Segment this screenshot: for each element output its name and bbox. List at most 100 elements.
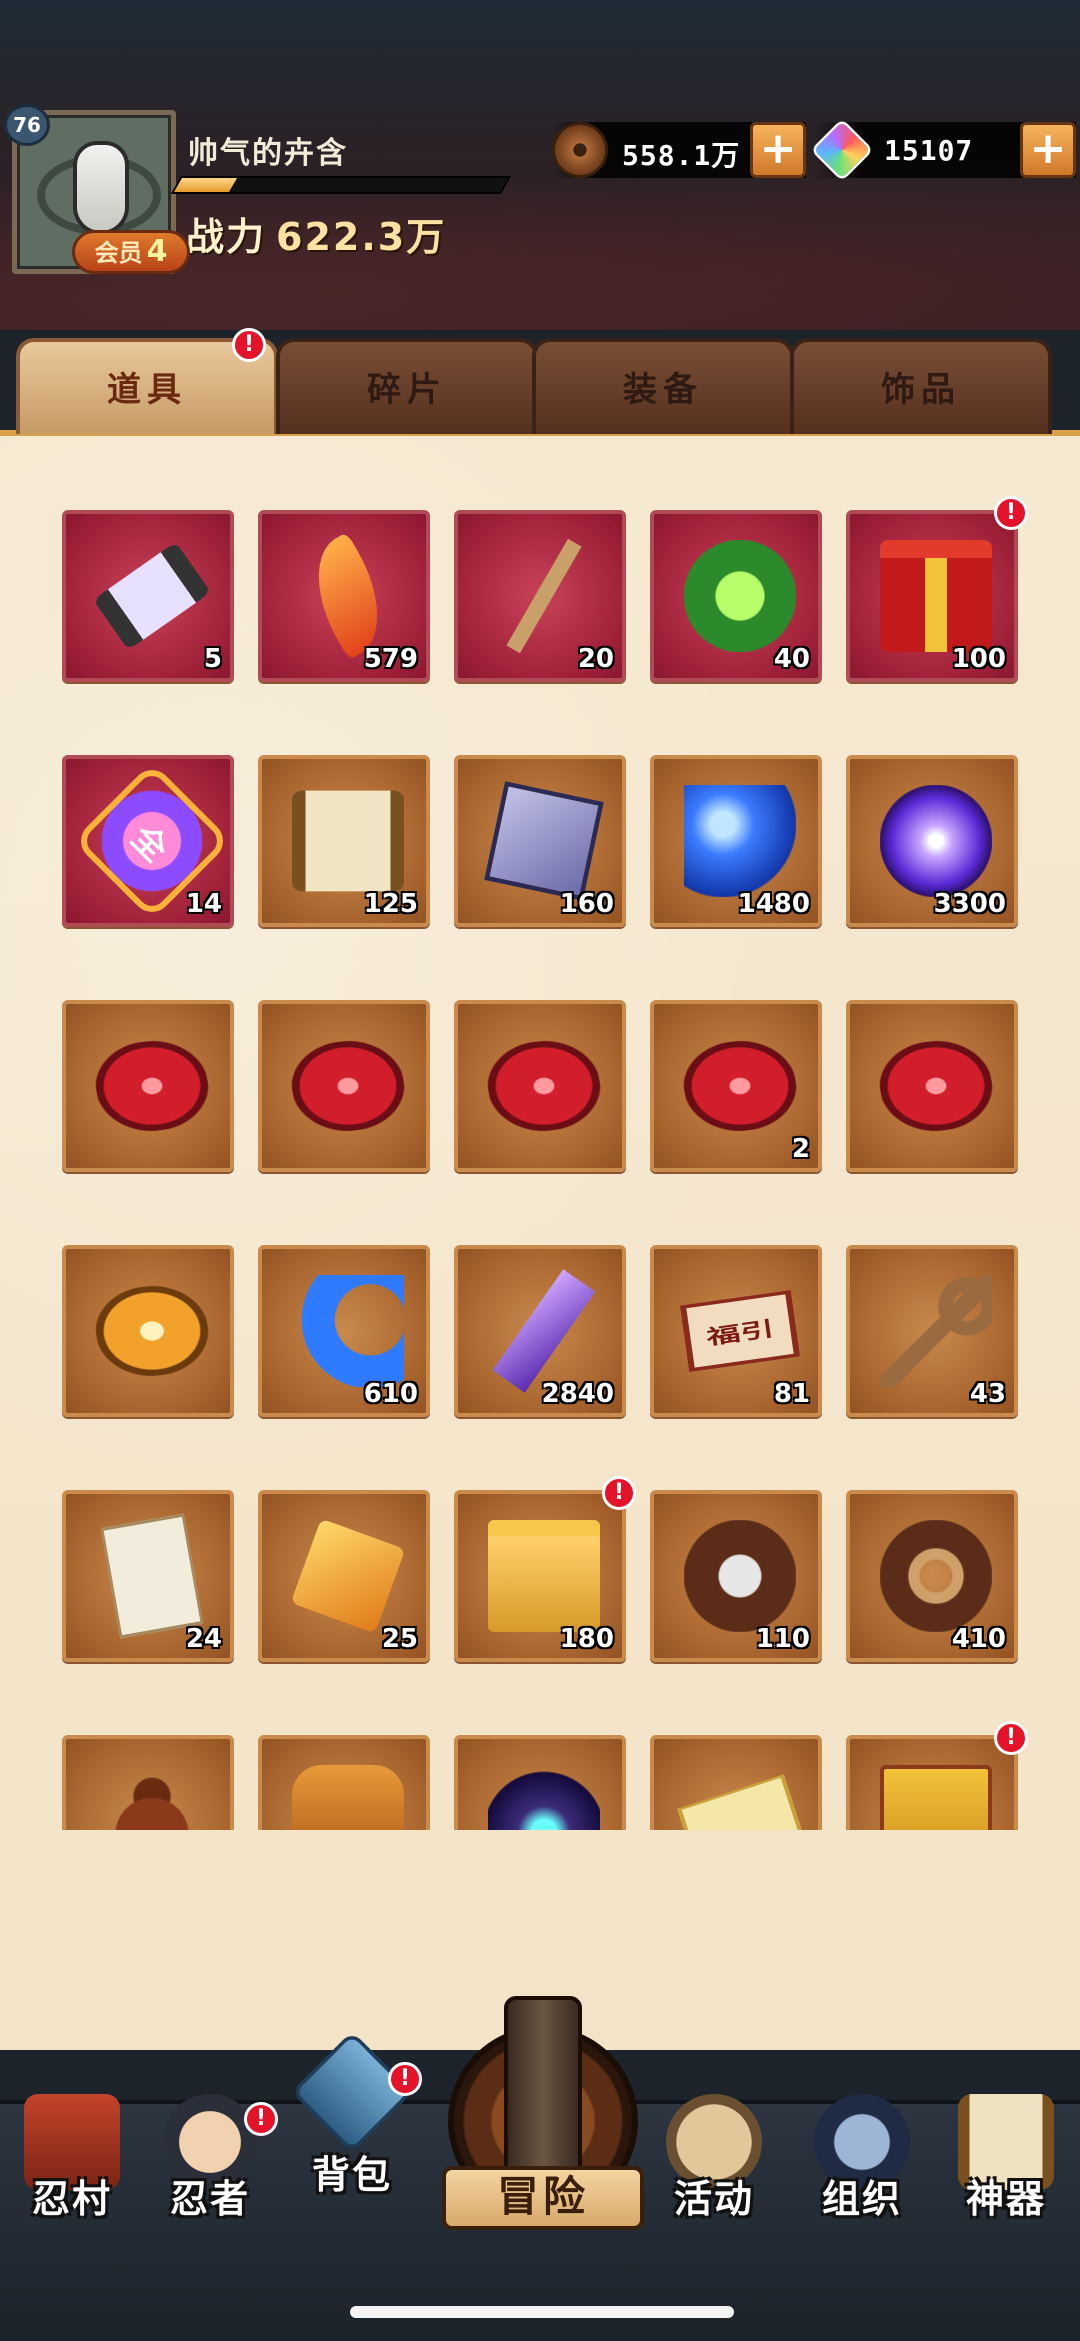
- dark-orb-icon: [488, 1765, 600, 1830]
- nav-backpack[interactable]: 背包 !: [282, 2030, 422, 2204]
- item-count: 43: [969, 1379, 1006, 1409]
- inventory-slot[interactable]: 160: [454, 755, 626, 927]
- item-count: 3300: [933, 889, 1006, 919]
- inventory-slot[interactable]: [454, 1000, 626, 1172]
- nav-backpack-label: 背包: [311, 2153, 392, 2197]
- inventory-slot[interactable]: 25: [258, 1490, 430, 1662]
- item-count: 125: [363, 889, 418, 919]
- inventory-slot[interactable]: 579: [258, 510, 430, 682]
- red-stone-eye-icon: [872, 1035, 1000, 1137]
- nav-activity[interactable]: 活动: [644, 2094, 784, 2254]
- player-name: 帅气的卉含: [188, 136, 348, 171]
- item-count: 25: [381, 1624, 418, 1654]
- combat-power-value: 622.3万: [276, 215, 447, 259]
- add-gem-button[interactable]: +: [1020, 122, 1076, 178]
- ticket-icon: [677, 1774, 803, 1830]
- blue-moon-icon: [292, 1275, 404, 1387]
- cloth-icon: [484, 781, 604, 901]
- inventory-slot[interactable]: 2: [650, 1000, 822, 1172]
- feather-icon: [293, 532, 403, 660]
- nav-adventure[interactable]: 冒险: [440, 1996, 646, 2246]
- purple-orb-icon: [880, 785, 992, 897]
- item-count: 2: [791, 1134, 810, 1164]
- inventory-slot[interactable]: 100: [846, 510, 1018, 682]
- inventory-slot[interactable]: 410: [846, 1490, 1018, 1662]
- experience-bar: [170, 176, 512, 194]
- item-count: 20: [577, 644, 614, 674]
- inventory-slot[interactable]: [846, 1000, 1018, 1172]
- inventory-slot[interactable]: 180: [454, 1490, 626, 1662]
- nav-ninja-label: 忍者: [169, 2177, 250, 2221]
- treasure-box-icon: [488, 1520, 600, 1632]
- red-stone-target-icon: [676, 1035, 804, 1137]
- inventory-slot[interactable]: 110: [650, 1490, 822, 1662]
- item-count: 100: [951, 644, 1006, 674]
- home-indicator[interactable]: [350, 2306, 734, 2318]
- map-scroll-icon: [292, 790, 404, 892]
- nav-ninja-alert-icon: !: [244, 2102, 278, 2136]
- inventory-slot[interactable]: [454, 1735, 626, 1830]
- key-icon: [880, 1275, 992, 1387]
- inventory-slot[interactable]: [846, 1735, 1018, 1830]
- inventory-slot[interactable]: 2840: [454, 1245, 626, 1417]
- nav-village-label: 忍村: [31, 2177, 112, 2221]
- inventory-slot[interactable]: 全 14: [62, 755, 234, 927]
- nav-artifact-label: 神器: [965, 2177, 1046, 2221]
- inventory-slot[interactable]: 610: [258, 1245, 430, 1417]
- inventory-slot[interactable]: 3300: [846, 755, 1018, 927]
- item-count: 5: [203, 644, 222, 674]
- item-glyph: 福引: [704, 1316, 776, 1350]
- purple-crystal-icon: [492, 1269, 596, 1393]
- inventory-slot[interactable]: 43: [846, 1245, 1018, 1417]
- inventory-slot[interactable]: 1480: [650, 755, 822, 927]
- tab-fragments[interactable]: 碎片: [276, 338, 538, 434]
- rainbow-gem-icon: [810, 118, 874, 182]
- item-count: 410: [951, 1624, 1006, 1654]
- inventory-slot[interactable]: 福引 81: [650, 1245, 822, 1417]
- inventory-slot[interactable]: [258, 1000, 430, 1172]
- tab-accessories[interactable]: 饰品: [790, 338, 1052, 434]
- nav-organization[interactable]: 组织: [792, 2094, 932, 2254]
- vip-badge[interactable]: 会员 4: [72, 230, 190, 274]
- gourd-icon: [96, 1765, 208, 1830]
- item-count: 610: [363, 1379, 418, 1409]
- inventory-slot[interactable]: 24: [62, 1490, 234, 1662]
- gem-value: 15107: [884, 134, 974, 167]
- inventory-slot[interactable]: [62, 1735, 234, 1830]
- nav-organization-label: 组织: [821, 2177, 902, 2221]
- item-count: 1480: [737, 889, 810, 919]
- nav-village[interactable]: 忍村: [2, 2094, 142, 2254]
- inventory-slot[interactable]: 20: [454, 510, 626, 682]
- gift-crate-icon: [880, 1765, 992, 1830]
- item-count: 81: [773, 1379, 810, 1409]
- item-count: 14: [185, 889, 222, 919]
- stick-icon: [506, 538, 582, 654]
- item-count: 110: [755, 1624, 810, 1654]
- coin-value: 558.1万: [622, 139, 741, 172]
- item-count: 579: [363, 644, 418, 674]
- gift-box-icon: [880, 540, 992, 652]
- jade-pendant-icon: [684, 540, 796, 652]
- amber-cube-icon: [290, 1518, 406, 1634]
- gem-currency: 15107 +: [810, 118, 1076, 182]
- nav-adventure-label: 冒险: [442, 2166, 644, 2230]
- add-coin-button[interactable]: +: [750, 122, 806, 178]
- inventory-slot[interactable]: [62, 1245, 234, 1417]
- inventory-slot[interactable]: 125: [258, 755, 430, 927]
- scroll-icon: [93, 541, 211, 651]
- inventory-slot[interactable]: [258, 1735, 430, 1830]
- inventory-slot[interactable]: [62, 1000, 234, 1172]
- jar-icon: [292, 1765, 404, 1830]
- nav-ninja[interactable]: 忍者 !: [140, 2094, 280, 2254]
- item-alert-icon: !: [994, 1721, 1028, 1755]
- coin-currency: 558.1万 +: [552, 122, 806, 178]
- item-count: 180: [559, 1624, 614, 1654]
- item-count: 24: [185, 1624, 222, 1654]
- tab-equipment[interactable]: 装备: [532, 338, 794, 434]
- inventory-slot[interactable]: 40: [650, 510, 822, 682]
- combat-power: 战力 622.3万: [186, 206, 446, 261]
- red-stone-icon: [88, 1035, 216, 1137]
- nav-artifact[interactable]: 神器: [936, 2094, 1076, 2254]
- inventory-slot[interactable]: 5: [62, 510, 234, 682]
- inventory-slot[interactable]: [650, 1735, 822, 1830]
